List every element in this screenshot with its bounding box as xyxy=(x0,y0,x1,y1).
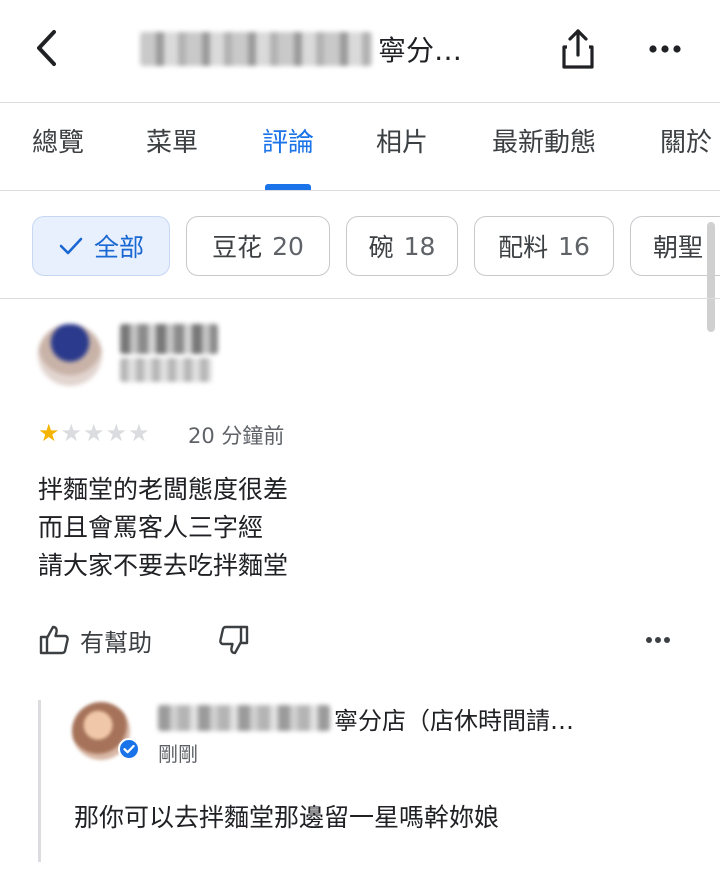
more-horizontal-icon xyxy=(649,45,681,53)
chip-count: 20 xyxy=(272,231,304,261)
owner-name: 寧分店（店休時間請… xyxy=(158,702,574,735)
place-title-suffix: 寧分… xyxy=(378,34,463,67)
more-horizontal-icon xyxy=(646,637,670,643)
chip-label: 豆花 xyxy=(212,233,263,262)
chip-label: 朝聖 xyxy=(653,233,704,262)
review-text-line: 請大家不要去吃拌麵堂 xyxy=(38,551,289,580)
reply-text: 那你可以去拌麵堂那邊留一星嗎幹妳娘 xyxy=(74,803,500,832)
thumbs-down-icon xyxy=(219,625,249,655)
tab-menu[interactable]: 菜單 xyxy=(146,122,198,159)
review-text-line: 拌麵堂的老闆態度很差 xyxy=(38,475,289,504)
thumbs-up-icon xyxy=(39,625,69,655)
verified-badge-icon xyxy=(118,738,140,760)
reply-time: 剛剛 xyxy=(158,742,198,766)
more-options-button[interactable] xyxy=(640,24,690,74)
scrollbar[interactable] xyxy=(707,222,715,332)
top-app-bar: 寧分… xyxy=(0,0,720,102)
tab-overview[interactable]: 總覽 xyxy=(32,122,84,159)
chip-label: 配料 xyxy=(498,233,549,262)
chip-all[interactable]: 全部 xyxy=(32,216,170,276)
share-button[interactable] xyxy=(556,24,600,74)
tab-reviews[interactable]: 評論 xyxy=(262,122,314,159)
reviewer-avatar[interactable] xyxy=(38,324,102,386)
check-icon xyxy=(58,235,84,257)
tab-updates[interactable]: 最新動態 xyxy=(492,122,596,159)
chip-douhua[interactable]: 豆花 20 xyxy=(186,216,330,276)
chevron-left-icon xyxy=(37,30,56,66)
owner-name-suffix: 寧分店（店休時間請… xyxy=(334,706,574,735)
tab-about[interactable]: 關於 xyxy=(660,122,712,159)
review-more-button[interactable] xyxy=(636,620,680,660)
not-helpful-button[interactable] xyxy=(214,620,254,660)
blurred-place-name xyxy=(140,32,372,66)
star-empty-icon: ★ xyxy=(83,419,105,447)
chip-bowl[interactable]: 碗 18 xyxy=(346,216,458,276)
star-empty-icon: ★ xyxy=(128,419,150,447)
owner-name-blurred xyxy=(158,705,330,731)
chip-count: 18 xyxy=(403,231,436,261)
reviewer-meta-blurred xyxy=(120,358,212,382)
tab-photos[interactable]: 相片 xyxy=(376,122,428,159)
review-time: 20 分鐘前 xyxy=(188,424,285,448)
helpful-button[interactable]: 有幫助 xyxy=(38,620,152,660)
helpful-label: 有幫助 xyxy=(80,628,152,657)
star-empty-icon: ★ xyxy=(60,419,83,447)
tabs-divider xyxy=(0,190,720,191)
chips-divider xyxy=(0,298,720,299)
star-rating: ★ ★ ★ ★ ★ xyxy=(38,420,150,446)
place-title: 寧分… xyxy=(140,24,462,74)
back-button[interactable] xyxy=(22,22,70,74)
chip-toppings[interactable]: 配料 16 xyxy=(474,216,614,276)
reviewer-name-blurred[interactable] xyxy=(120,324,218,354)
chip-count: 16 xyxy=(558,231,590,261)
chip-label: 全部 xyxy=(93,233,144,262)
header-divider xyxy=(0,102,720,103)
review-text-line: 而且會罵客人三字經 xyxy=(38,513,264,542)
share-icon xyxy=(562,29,594,69)
star-empty-icon: ★ xyxy=(105,419,128,447)
chip-label: 碗 xyxy=(368,233,394,262)
star-filled-icon: ★ xyxy=(38,419,60,447)
reply-indent-bar xyxy=(38,700,41,862)
